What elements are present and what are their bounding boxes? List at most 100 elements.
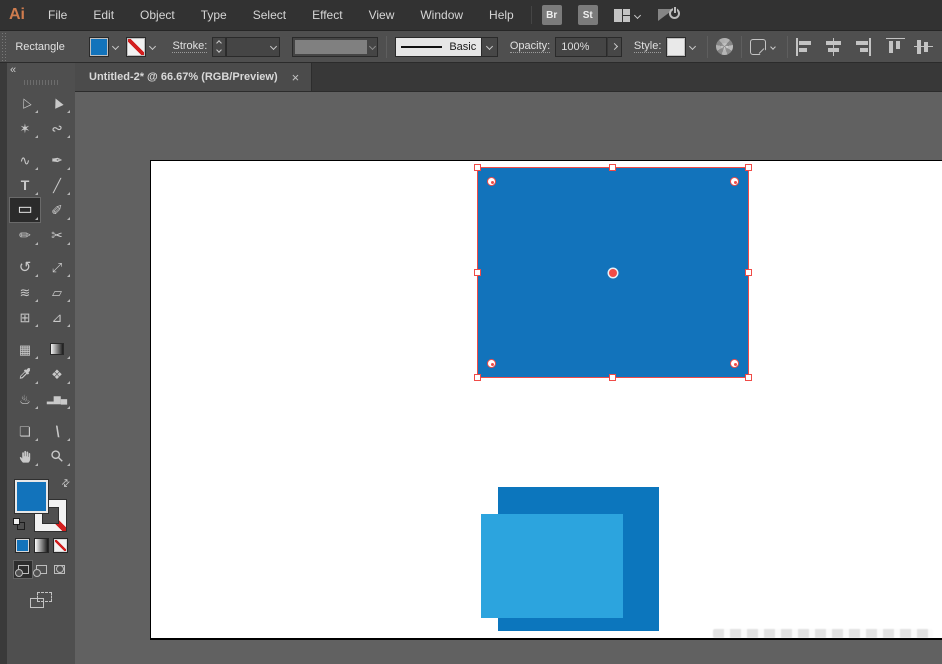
align-right-button[interactable]: [852, 38, 871, 56]
tool-shape-builder[interactable]: ⊞: [10, 305, 40, 329]
swap-fill-stroke-icon[interactable]: ⇄: [59, 477, 73, 491]
vertical-align-center-button[interactable]: [914, 38, 933, 56]
selection-handle-bottom-center[interactable]: [609, 374, 616, 381]
selection-handle-top-left[interactable]: [474, 164, 481, 171]
tool-artboard[interactable]: ❏: [10, 419, 40, 443]
change-screen-mode-button[interactable]: [30, 592, 52, 608]
menu-edit[interactable]: Edit: [80, 0, 127, 31]
tool-zoom[interactable]: [42, 444, 72, 468]
tool-direct-selection[interactable]: ▶: [42, 91, 72, 115]
graphic-style-swatch[interactable]: [666, 37, 686, 57]
menu-help[interactable]: Help: [476, 0, 527, 31]
tool-magic-wand[interactable]: ✶: [10, 116, 40, 140]
tool-mesh[interactable]: ▦: [10, 337, 40, 361]
opacity-submenu-arrow-icon[interactable]: [607, 37, 622, 57]
menu-view[interactable]: View: [356, 0, 408, 31]
menu-window[interactable]: Window: [407, 0, 476, 31]
tool-gradient[interactable]: [42, 337, 72, 361]
color-button[interactable]: [15, 538, 30, 553]
menu-type[interactable]: Type: [188, 0, 240, 31]
selection-handle-top-right[interactable]: [745, 164, 752, 171]
recolor-artwork-icon[interactable]: [716, 38, 733, 55]
tool-lasso[interactable]: ∾: [42, 116, 72, 140]
stock-button[interactable]: St: [578, 5, 598, 25]
align-left-button[interactable]: [796, 38, 815, 56]
hand-tool-icon: [18, 449, 33, 464]
selected-rectangle-shape[interactable]: [478, 168, 748, 377]
workspace-layout-icon[interactable]: [614, 9, 630, 22]
gradient-button[interactable]: [34, 538, 49, 553]
close-tab-icon[interactable]: ×: [292, 71, 300, 84]
draw-inside-button[interactable]: [50, 561, 68, 578]
eyedropper-tool-icon: [18, 367, 32, 381]
tool-hand[interactable]: [10, 444, 40, 468]
workspace-chevron-icon[interactable]: [634, 11, 641, 18]
tool-blend[interactable]: ❖: [42, 362, 72, 386]
tool-width[interactable]: ≋: [10, 280, 40, 304]
corner-radius-widget-top-right[interactable]: [730, 177, 739, 186]
menu-select[interactable]: Select: [240, 0, 299, 31]
shape-properties-icon[interactable]: [750, 39, 766, 55]
tool-shaper[interactable]: ✏: [10, 223, 40, 247]
sync-status-icon[interactable]: [658, 6, 682, 24]
tool-perspective-grid[interactable]: ⊿: [42, 305, 72, 329]
tool-eyedropper[interactable]: [10, 362, 40, 386]
stroke-dropdown-chevron-icon[interactable]: [146, 37, 159, 57]
power-icon: [669, 8, 680, 19]
brush-definition-combo[interactable]: Basic: [395, 37, 482, 57]
bridge-button[interactable]: Br: [542, 5, 562, 25]
selection-handle-middle-left[interactable]: [474, 269, 481, 276]
tool-curvature[interactable]: ∿: [10, 148, 40, 172]
tool-pen[interactable]: ✒: [42, 148, 72, 172]
selection-handle-middle-right[interactable]: [745, 269, 752, 276]
front-rectangle-shape[interactable]: [481, 514, 623, 618]
tool-scissors[interactable]: ✂: [42, 223, 72, 247]
opacity-value: 100%: [561, 41, 589, 53]
tool-type[interactable]: T: [10, 173, 40, 197]
stroke-color-swatch[interactable]: [126, 37, 146, 57]
draw-normal-button[interactable]: [14, 561, 32, 578]
menu-object[interactable]: Object: [127, 0, 188, 31]
menu-file[interactable]: File: [35, 0, 80, 31]
fill-color-swatch[interactable]: [89, 37, 109, 57]
corner-radius-widget-bottom-right[interactable]: [730, 359, 739, 368]
tool-scale[interactable]: ⤢: [42, 255, 72, 279]
tool-free-transform[interactable]: ▱: [42, 280, 72, 304]
tool-symbol-sprayer[interactable]: ♨: [10, 387, 40, 411]
tool-slice[interactable]: ∖: [42, 419, 72, 443]
tool-selection[interactable]: ▷: [10, 91, 40, 115]
brush-dropdown-chevron-icon[interactable]: [482, 37, 498, 57]
draw-behind-button[interactable]: [32, 561, 50, 578]
window-edge: [0, 63, 7, 664]
selection-handle-top-center[interactable]: [609, 164, 616, 171]
stroke-weight-stepper[interactable]: [212, 37, 226, 57]
vertical-align-top-button[interactable]: [886, 38, 905, 56]
selection-handle-bottom-right[interactable]: [745, 374, 752, 381]
tool-rotate[interactable]: ↺: [10, 255, 40, 279]
corner-radius-widget-top-left[interactable]: [487, 177, 496, 186]
style-panel-link[interactable]: Style:: [634, 40, 662, 53]
panel-drag-grip[interactable]: [24, 80, 58, 85]
fill-dropdown-chevron-icon[interactable]: [109, 37, 122, 57]
tool-column-graph[interactable]: ▂▆▄: [42, 387, 72, 411]
tool-line-segment[interactable]: ╱: [42, 173, 72, 197]
collapse-panel-button[interactable]: «: [10, 64, 16, 76]
style-dropdown-chevron-icon[interactable]: [686, 37, 699, 57]
control-bar-grip[interactable]: [0, 31, 7, 62]
opacity-panel-link[interactable]: Opacity:: [510, 40, 550, 53]
stroke-weight-combo[interactable]: [226, 37, 279, 57]
fill-proxy-swatch[interactable]: [15, 480, 48, 513]
menu-effect[interactable]: Effect: [299, 0, 355, 31]
stroke-panel-link[interactable]: Stroke:: [172, 40, 207, 53]
document-tab[interactable]: Untitled-2* @ 66.67% (RGB/Preview) ×: [75, 63, 312, 91]
none-button[interactable]: [53, 538, 68, 553]
tool-rectangle[interactable]: ▭: [10, 198, 40, 222]
center-point-widget[interactable]: [609, 269, 617, 277]
selection-handle-bottom-left[interactable]: [474, 374, 481, 381]
align-center-button[interactable]: [824, 38, 843, 56]
corner-radius-widget-bottom-left[interactable]: [487, 359, 496, 368]
symbol-sprayer-tool-icon: ♨: [19, 393, 31, 406]
tool-paintbrush[interactable]: ✐: [42, 198, 72, 222]
default-fill-stroke-icon[interactable]: [13, 518, 25, 530]
opacity-input[interactable]: 100%: [555, 37, 607, 57]
